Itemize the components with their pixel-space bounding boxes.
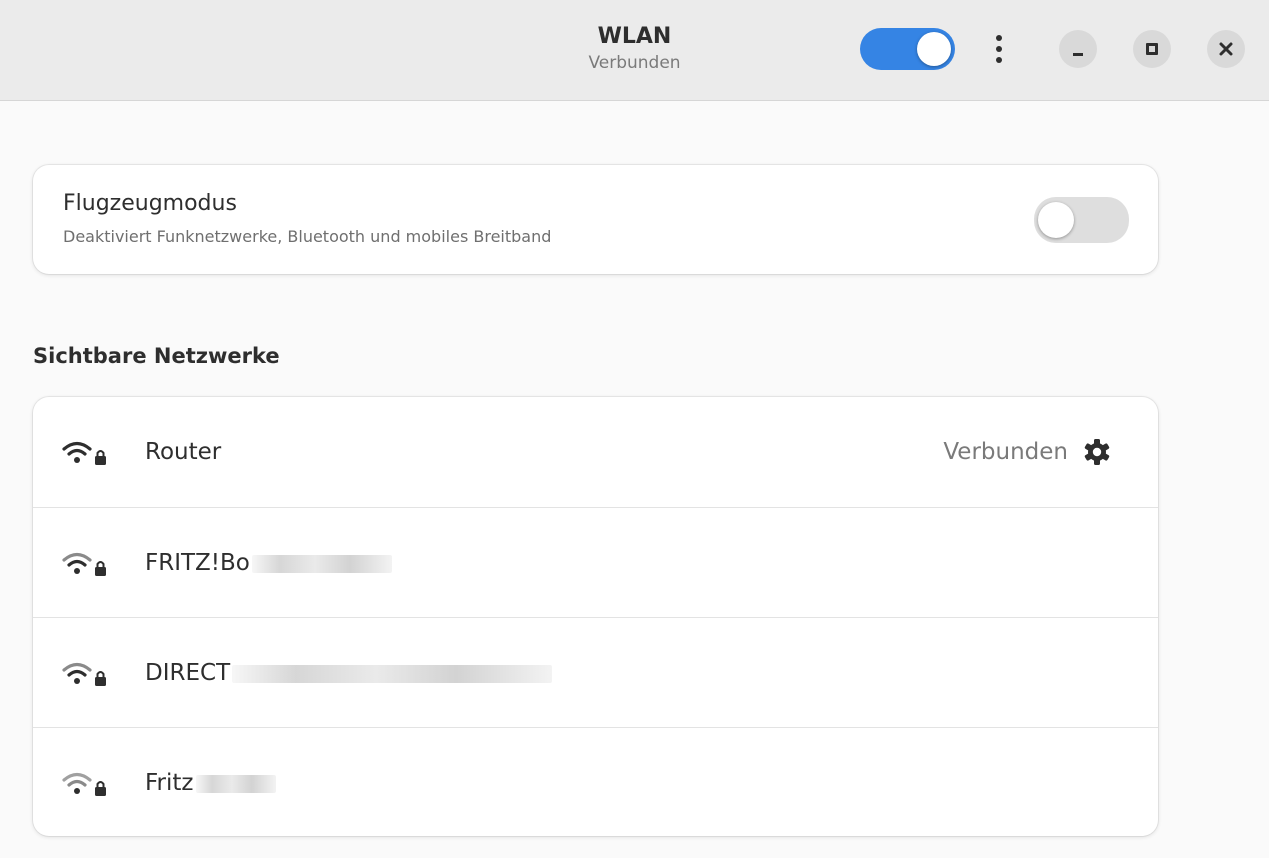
ellipsis-dot xyxy=(996,46,1002,52)
wifi-secured-icon xyxy=(62,662,106,686)
airplane-mode-description: Deaktiviert Funknetzwerke, Bluetooth und… xyxy=(63,227,552,246)
airplane-mode-card: Flugzeugmodus Deaktiviert Funknetzwerke,… xyxy=(33,165,1158,274)
wlan-toggle-knob xyxy=(917,32,951,66)
wifi-secured-icon xyxy=(62,552,106,576)
wlan-toggle[interactable] xyxy=(860,28,955,70)
network-status: Verbunden xyxy=(943,439,1068,465)
gear-icon[interactable] xyxy=(1083,438,1111,466)
network-row-fritz[interactable]: Fritz xyxy=(33,727,1158,836)
networks-list: Router Verbunden FRITZ!Bo DIRECT Fritz xyxy=(33,397,1158,836)
airplane-mode-toggle[interactable] xyxy=(1034,197,1129,243)
minimize-button[interactable] xyxy=(1059,30,1097,68)
network-name: FRITZ!Bo xyxy=(145,548,392,578)
vertical-ellipsis-icon xyxy=(996,35,1002,41)
wifi-secured-icon xyxy=(62,441,106,465)
close-icon xyxy=(1219,42,1233,56)
airplane-mode-title: Flugzeugmodus xyxy=(63,191,237,216)
maximize-icon xyxy=(1146,43,1158,55)
network-row-direct[interactable]: DIRECT xyxy=(33,617,1158,727)
visible-networks-heading: Sichtbare Netzwerke xyxy=(33,344,280,368)
network-name: Fritz xyxy=(145,768,276,798)
maximize-button[interactable] xyxy=(1133,30,1171,68)
network-name-text: FRITZ!Bo xyxy=(145,550,250,576)
menu-button[interactable] xyxy=(980,28,1018,70)
ellipsis-dot xyxy=(996,57,1002,63)
network-name: DIRECT xyxy=(145,658,553,688)
network-row-router[interactable]: Router Verbunden xyxy=(33,397,1158,507)
network-row-fritzbox[interactable]: FRITZ!Bo xyxy=(33,507,1158,617)
airplane-mode-toggle-knob xyxy=(1038,202,1074,238)
redacted-text xyxy=(251,554,392,573)
network-name-text: DIRECT xyxy=(145,660,231,686)
wifi-secured-icon xyxy=(62,772,106,796)
close-button[interactable] xyxy=(1207,30,1245,68)
redacted-text xyxy=(232,664,553,683)
network-name: Router xyxy=(145,439,222,465)
header-bar: WLAN Verbunden xyxy=(0,0,1269,101)
minimize-icon xyxy=(1073,53,1083,56)
network-name-text: Fritz xyxy=(145,770,194,796)
redacted-text xyxy=(195,774,276,793)
